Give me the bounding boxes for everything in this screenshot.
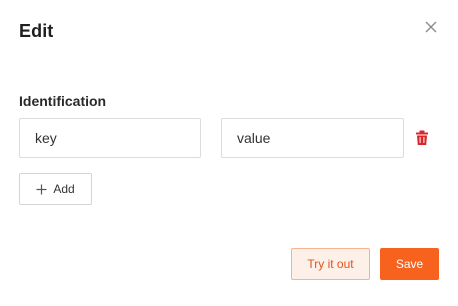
save-label: Save [395,257,424,271]
key-input[interactable] [19,118,201,158]
add-button-label: Add [53,182,75,196]
delete-row-button[interactable] [415,130,429,146]
plus-icon [36,184,47,194]
value-input[interactable] [221,118,404,158]
close-icon [425,21,437,33]
save-button[interactable]: Save [380,248,439,280]
try-it-out-label: Try it out [307,257,354,271]
add-button[interactable]: Add [19,173,92,205]
dialog-title: Edit [19,21,54,41]
close-button[interactable] [423,19,439,35]
edit-dialog: Edit Identification Add Try it out Save [0,0,458,306]
identification-label: Identification [19,93,107,109]
trash-icon [416,130,428,145]
try-it-out-button[interactable]: Try it out [291,248,370,280]
